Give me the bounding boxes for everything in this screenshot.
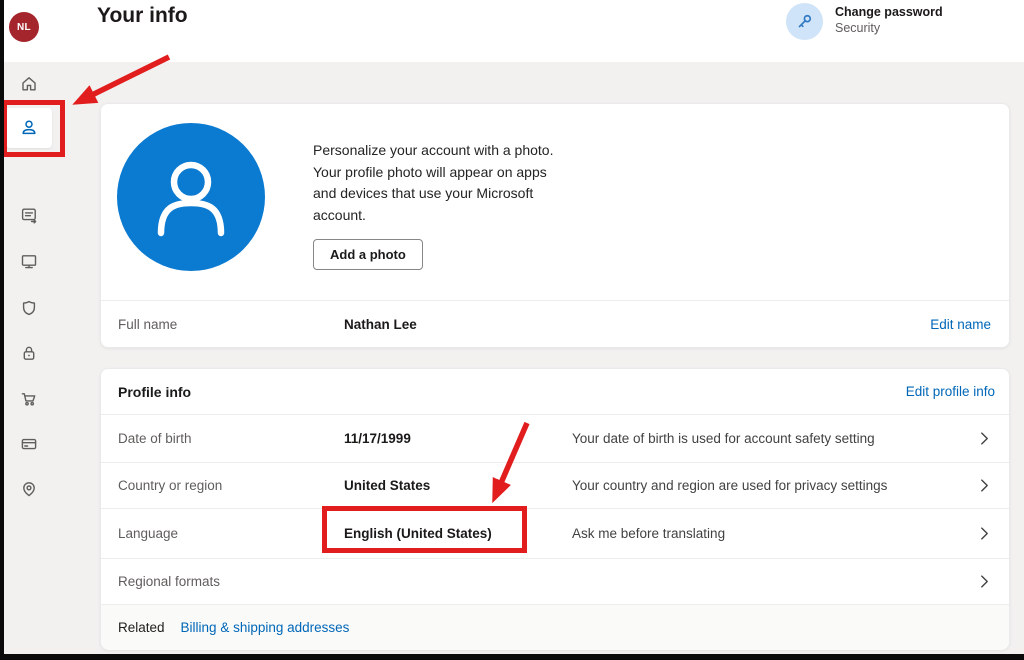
avatar-initials: NL <box>17 21 31 33</box>
full-name-row: Full name Nathan Lee Edit name <box>101 300 1009 348</box>
security-label: Security <box>835 21 881 35</box>
sidebar <box>0 62 88 660</box>
sidebar-item-home[interactable] <box>6 64 52 104</box>
photo-card: Personalize your account with a photo. Y… <box>100 103 1010 348</box>
lock-icon <box>19 343 39 363</box>
credit-card-icon <box>19 434 39 454</box>
sidebar-item-privacy[interactable] <box>6 288 52 328</box>
edit-name-link[interactable]: Edit name <box>930 317 991 332</box>
sidebar-item-security[interactable] <box>6 333 52 373</box>
home-icon <box>19 74 39 94</box>
country-or-region-row[interactable]: Country or region United States Your cou… <box>101 462 1009 508</box>
billing-shipping-addresses-link[interactable]: Billing & shipping addresses <box>181 620 350 635</box>
related-label: Related <box>118 620 165 635</box>
chevron-right-icon <box>978 432 991 445</box>
sidebar-item-devices[interactable] <box>6 241 52 281</box>
account-avatar[interactable]: NL <box>9 12 39 42</box>
shield-icon <box>19 298 39 318</box>
regional-formats-label: Regional formats <box>118 574 221 589</box>
date-of-birth-description: Your date of birth is used for account s… <box>572 431 875 446</box>
screenshot-bottom-border <box>0 654 1024 660</box>
document-arrow-icon <box>19 205 39 225</box>
profile-info-card: Profile info Edit profile info Date of b… <box>100 368 1010 650</box>
full-name-value: Nathan Lee <box>344 317 417 332</box>
full-name-label: Full name <box>118 317 178 332</box>
profile-info-header: Profile info Edit profile info <box>101 369 1009 414</box>
sidebar-item-your-info[interactable] <box>6 108 52 148</box>
country-label: Country or region <box>118 478 223 493</box>
key-icon <box>786 3 823 40</box>
profile-info-title: Profile info <box>118 383 192 400</box>
sidebar-item-addresses[interactable] <box>6 469 52 509</box>
date-of-birth-label: Date of birth <box>118 431 192 446</box>
annotation-arrow-sidebar <box>72 54 171 105</box>
your-info-page: NL Your info Change password Security Pe… <box>0 0 1024 660</box>
sidebar-item-order-history[interactable] <box>6 379 52 419</box>
screenshot-left-border <box>0 0 4 660</box>
language-row[interactable]: Language English (United States) Ask me … <box>101 508 1009 558</box>
language-value: English (United States) <box>344 526 492 541</box>
country-value: United States <box>344 478 431 493</box>
monitor-icon <box>19 251 39 271</box>
person-silhouette-icon <box>117 121 265 274</box>
photo-description: Personalize your account with a photo. Y… <box>313 142 554 223</box>
date-of-birth-value: 11/17/1999 <box>344 431 411 446</box>
regional-formats-row[interactable]: Regional formats <box>101 558 1009 604</box>
change-password-card[interactable]: Change password Security <box>786 3 943 40</box>
language-description: Ask me before translating <box>572 526 726 541</box>
chevron-right-icon <box>978 527 991 540</box>
country-description: Your country and region are used for pri… <box>572 478 888 493</box>
location-pin-icon <box>19 479 39 499</box>
cart-icon <box>19 389 39 409</box>
sidebar-item-payment[interactable] <box>6 424 52 464</box>
profile-photo-placeholder <box>117 123 265 271</box>
sidebar-item-feedback[interactable] <box>6 195 52 235</box>
chevron-right-icon <box>978 479 991 492</box>
photo-section: Personalize your account with a photo. Y… <box>101 104 1009 300</box>
change-password-label: Change password <box>835 5 943 19</box>
language-label: Language <box>118 526 179 541</box>
edit-profile-info-link[interactable]: Edit profile info <box>906 384 995 399</box>
related-footer: Related Billing & shipping addresses <box>101 604 1009 650</box>
date-of-birth-row[interactable]: Date of birth 11/17/1999 Your date of bi… <box>101 414 1009 462</box>
add-photo-button[interactable]: Add a photo <box>313 239 423 270</box>
chevron-right-icon <box>978 575 991 588</box>
page-title: Your info <box>97 4 188 27</box>
person-icon <box>19 118 39 138</box>
